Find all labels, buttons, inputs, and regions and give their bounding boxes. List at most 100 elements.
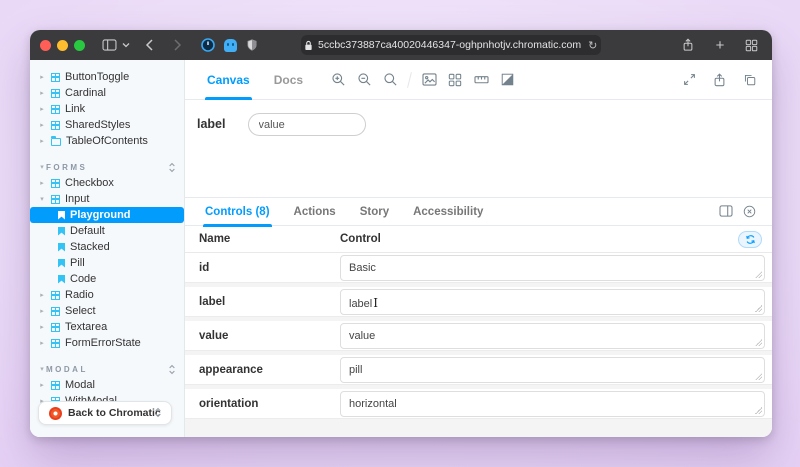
sidebar-item-label: Pill (70, 257, 85, 269)
control-textarea-label[interactable]: labelI (340, 289, 765, 315)
sidebar-story-stacked[interactable]: Stacked (30, 239, 184, 255)
sidebar-item-sharedstyles[interactable]: ▸ SharedStyles (30, 117, 184, 133)
tab-accessibility[interactable]: Accessibility (401, 198, 495, 226)
panel-position-icon[interactable] (719, 205, 733, 218)
zoom-out-icon[interactable] (351, 67, 377, 93)
sidebar-item-label: Cardinal (65, 87, 106, 99)
expand-collapse-icon[interactable] (168, 162, 176, 173)
sidebar-item-radio[interactable]: ▸ Radio (30, 287, 184, 303)
column-header-control: Control (340, 233, 381, 245)
chevron-down-icon[interactable]: ▾ (38, 195, 46, 203)
extension-icons (201, 38, 258, 52)
copy-link-icon[interactable] (736, 67, 762, 93)
preview-value-input[interactable] (248, 113, 366, 136)
control-textarea-value[interactable]: value (340, 323, 765, 349)
expand-collapse-icon[interactable] (168, 364, 176, 375)
tab-overview-icon[interactable] (742, 35, 762, 55)
control-row-id: id Basic (185, 253, 772, 283)
tab-docs[interactable]: Docs (262, 60, 315, 100)
resize-handle[interactable] (755, 271, 762, 278)
control-textarea-appearance[interactable]: pill (340, 357, 765, 383)
sidebar-item-modal[interactable]: ▸ Modal (30, 377, 184, 393)
minimize-window-button[interactable] (57, 40, 68, 51)
bookmark-icon (58, 275, 65, 284)
sidebar-item-formerrorstate[interactable]: ▸ FormErrorState (30, 335, 184, 351)
chevron-right-icon[interactable]: ▸ (38, 179, 46, 187)
sidebar-item-input[interactable]: ▾ Input (30, 191, 184, 207)
forward-icon[interactable] (167, 35, 187, 55)
outline-toggle-icon[interactable] (494, 67, 520, 93)
sidebar-section-forms[interactable]: ▾ FORMS (30, 159, 184, 175)
control-value: Basic (349, 262, 376, 274)
tab-actions[interactable]: Actions (282, 198, 348, 226)
chevron-right-icon[interactable]: ▸ (38, 121, 46, 129)
component-icon (51, 121, 60, 130)
sidebar-story-playground[interactable]: Playground (30, 207, 184, 223)
measure-icon[interactable] (468, 67, 494, 93)
browser-titlebar: 5ccbc373887ca40020446347-oghpnhotjv.chro… (30, 30, 772, 60)
resize-handle[interactable] (755, 305, 762, 312)
sidebar-item-label: Code (70, 273, 96, 285)
sidebar-item-checkbox[interactable]: ▸ Checkbox (30, 175, 184, 191)
back-to-chromatic-button[interactable]: Back to Chromatic (38, 401, 172, 425)
new-tab-icon[interactable]: + (710, 35, 730, 55)
sidebar-item-label: FormErrorState (65, 337, 141, 349)
control-textarea-orientation[interactable]: horizontal (340, 391, 765, 417)
sidebar-item-tableofcontents[interactable]: ▸ TableOfContents (30, 133, 184, 149)
blue-extension-icon[interactable] (224, 39, 237, 52)
sidebar-item-link[interactable]: ▸ Link (30, 101, 184, 117)
shield-extension-icon[interactable] (246, 38, 258, 52)
chevron-right-icon[interactable]: ▸ (38, 291, 46, 299)
chevron-right-icon[interactable]: ▸ (38, 89, 46, 97)
chevron-right-icon[interactable]: ▸ (38, 339, 46, 347)
expand-collapse-icon[interactable] (154, 407, 162, 421)
tab-controls[interactable]: Controls (8) (193, 198, 282, 226)
sidebar-story-default[interactable]: Default (30, 223, 184, 239)
chevron-right-icon[interactable]: ▸ (38, 307, 46, 315)
sidebar-story-code[interactable]: Code (30, 271, 184, 287)
address-bar[interactable]: 5ccbc373887ca40020446347-oghpnhotjv.chro… (301, 35, 601, 55)
chevron-right-icon[interactable]: ▸ (38, 73, 46, 81)
component-icon (51, 73, 60, 82)
zoom-window-button[interactable] (74, 40, 85, 51)
control-textarea-id[interactable]: Basic (340, 255, 765, 281)
chevron-right-icon[interactable]: ▸ (38, 105, 46, 113)
grid-toggle-icon[interactable] (442, 67, 468, 93)
control-row-orientation: orientation horizontal (185, 389, 772, 419)
tab-canvas[interactable]: Canvas (195, 60, 262, 100)
password-extension-icon[interactable] (201, 38, 215, 52)
fullscreen-icon[interactable] (676, 67, 702, 93)
chevron-right-icon[interactable]: ▸ (38, 323, 46, 331)
bookmark-icon (58, 259, 65, 268)
sidebar-item-textarea[interactable]: ▸ Textarea (30, 319, 184, 335)
zoom-reset-icon[interactable] (377, 67, 403, 93)
close-window-button[interactable] (40, 40, 51, 51)
back-icon[interactable] (139, 35, 159, 55)
resize-handle[interactable] (755, 407, 762, 414)
sidebar-toggle-icon[interactable] (99, 35, 119, 55)
chevron-down-icon[interactable] (121, 35, 131, 55)
open-new-tab-icon[interactable] (706, 67, 732, 93)
reset-controls-icon[interactable] (738, 231, 762, 248)
resize-handle[interactable] (755, 339, 762, 346)
zoom-in-icon[interactable] (325, 67, 351, 93)
tab-story[interactable]: Story (348, 198, 401, 226)
component-icon (51, 323, 60, 332)
share-icon[interactable] (678, 35, 698, 55)
control-name: orientation (185, 389, 340, 410)
background-toggle-icon[interactable] (416, 67, 442, 93)
sidebar-item-cardinal[interactable]: ▸ Cardinal (30, 85, 184, 101)
sidebar-item-buttontoggle[interactable]: ▸ ButtonToggle (30, 69, 184, 85)
sidebar-story-pill[interactable]: Pill (30, 255, 184, 271)
chevron-right-icon[interactable]: ▸ (38, 137, 46, 145)
sidebar-item-select[interactable]: ▸ Select (30, 303, 184, 319)
resize-handle[interactable] (755, 373, 762, 380)
bookmark-icon (58, 227, 65, 236)
sidebar-item-label: Link (65, 103, 85, 115)
component-icon (51, 339, 60, 348)
chevron-right-icon[interactable]: ▸ (38, 381, 46, 389)
close-panel-icon[interactable] (743, 205, 756, 218)
sidebar-section-modal[interactable]: ▾ MODAL (30, 361, 184, 377)
reload-icon[interactable]: ↻ (588, 39, 597, 52)
sidebar-item-label: SharedStyles (65, 119, 130, 131)
